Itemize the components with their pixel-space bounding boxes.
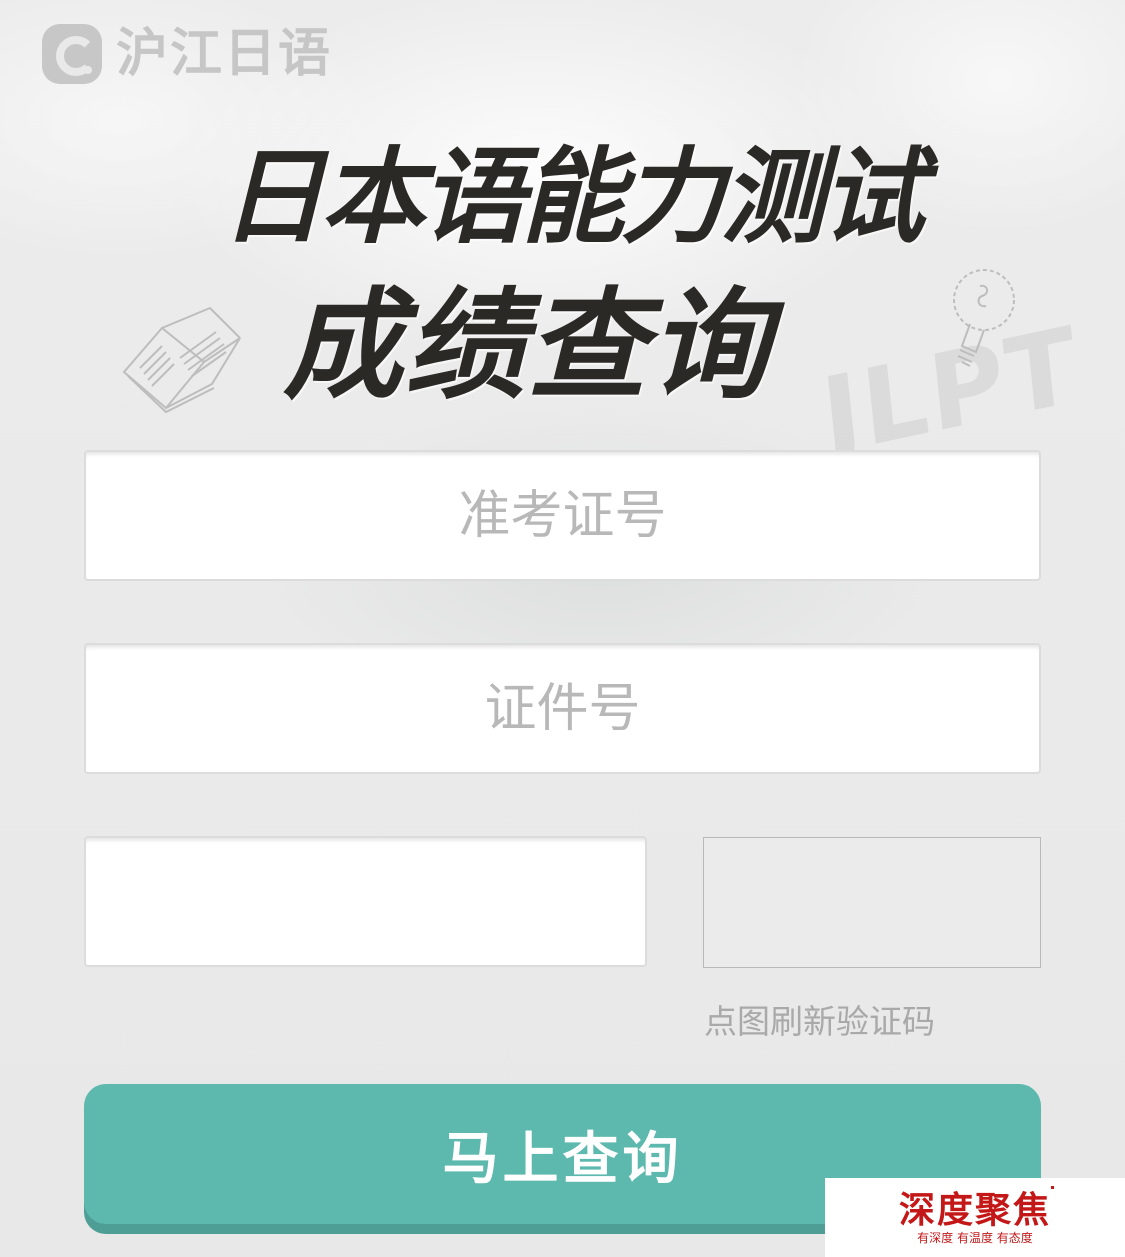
open-book-icon xyxy=(122,306,241,414)
captcha-field[interactable] xyxy=(84,836,647,967)
captcha-input[interactable] xyxy=(86,838,645,965)
brand-logo: 沪江日语 xyxy=(42,22,332,86)
exam-number-input[interactable] xyxy=(86,452,1039,579)
watermark-badge: 深度聚焦 有深度 有温度 有态度 xyxy=(825,1178,1125,1257)
captcha-image[interactable] xyxy=(703,837,1041,968)
badge-dot xyxy=(1051,1186,1054,1189)
badge-subtitle: 有深度 有温度 有态度 xyxy=(917,1231,1033,1245)
badge-title: 深度聚焦 xyxy=(898,1189,1051,1231)
hujiang-logo-icon xyxy=(42,24,102,84)
page-title-line-2: 成绩查询 xyxy=(275,277,799,416)
light-bulb-icon xyxy=(953,269,1015,367)
page-title-line-1: 日本语能力测试 xyxy=(214,136,945,258)
captcha-refresh-hint[interactable]: 点图刷新验证码 xyxy=(704,1000,935,1044)
id-number-input[interactable] xyxy=(86,645,1039,772)
id-number-field[interactable] xyxy=(84,643,1041,774)
exam-number-field[interactable] xyxy=(84,450,1041,581)
brand-name: 沪江日语 xyxy=(116,24,333,84)
